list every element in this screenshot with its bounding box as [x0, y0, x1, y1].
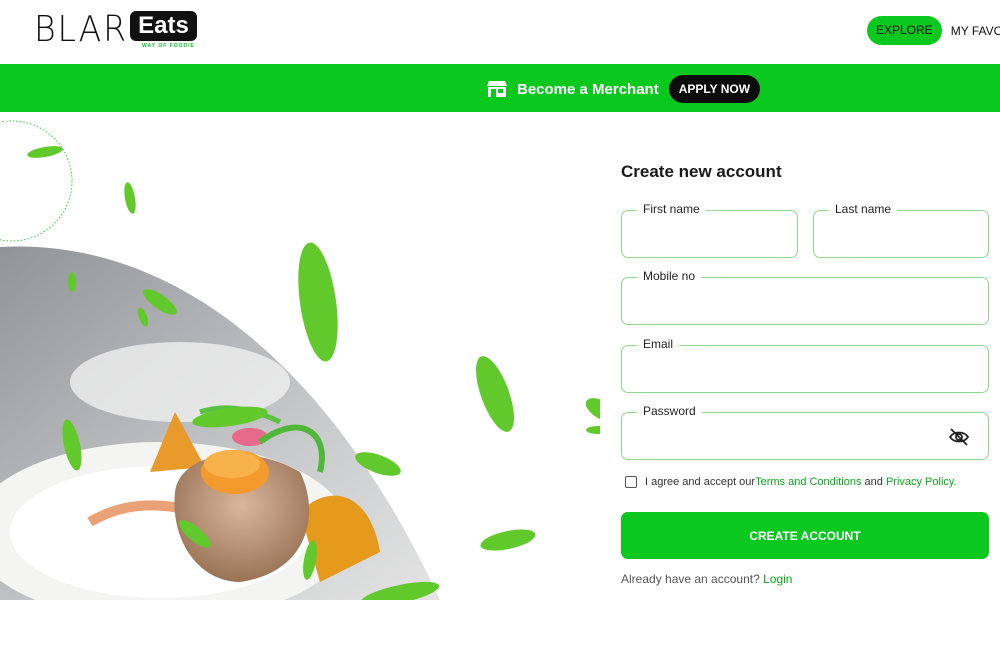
last-name-label: Last name: [829, 202, 898, 216]
eye-slash-icon[interactable]: [948, 427, 970, 447]
password-field[interactable]: Password: [621, 404, 989, 460]
agree-middle-text: and: [861, 476, 886, 488]
decorative-dotted-circle: [0, 120, 73, 242]
login-prompt-text: Already have an account?: [621, 572, 764, 586]
privacy-link[interactable]: Privacy Policy.: [886, 476, 957, 488]
apply-now-button[interactable]: APPLY NOW: [668, 75, 761, 103]
password-label: Password: [637, 404, 702, 418]
explore-button[interactable]: EXPLORE: [867, 16, 942, 45]
agree-prefix-text: I agree and accept our: [645, 476, 756, 488]
agree-checkbox[interactable]: [625, 476, 637, 488]
terms-link[interactable]: Terms and Conditions: [755, 476, 861, 488]
logo-badge: Eats WAY OF FOODIE: [130, 10, 197, 49]
first-name-label: First name: [637, 202, 706, 216]
hero-illustration: [0, 112, 600, 600]
logo-eats-text: Eats: [130, 11, 197, 41]
login-link[interactable]: Login: [763, 572, 792, 586]
last-name-field[interactable]: Last name: [813, 202, 989, 258]
password-input[interactable]: [622, 413, 988, 459]
logo-wordmark: BLAR: [34, 9, 128, 50]
create-account-button[interactable]: CREATE ACCOUNT: [621, 512, 989, 559]
email-input[interactable]: [622, 346, 988, 392]
my-favourites-link[interactable]: MY FAVOU: [951, 24, 1000, 38]
mobile-field[interactable]: Mobile no: [621, 269, 989, 325]
store-icon: [487, 80, 507, 98]
brand-logo[interactable]: BLAR Eats WAY OF FOODIE: [34, 10, 197, 52]
login-prompt: Already have an account? Login: [621, 572, 792, 586]
merchant-banner: Become a Merchant APPLY NOW: [0, 64, 1000, 112]
mobile-input[interactable]: [622, 278, 988, 324]
terms-agreement: I agree and accept our Terms and Conditi…: [625, 476, 957, 488]
first-name-field[interactable]: First name: [621, 202, 798, 258]
first-name-input[interactable]: [622, 211, 797, 257]
email-field[interactable]: Email: [621, 337, 989, 393]
mobile-label: Mobile no: [637, 269, 702, 283]
become-merchant-text: Become a Merchant: [517, 80, 659, 98]
email-label: Email: [637, 337, 680, 351]
last-name-input[interactable]: [814, 211, 988, 257]
top-nav: EXPLORE MY FAVOU: [867, 16, 1000, 45]
form-title: Create new account: [621, 162, 782, 181]
header: BLAR Eats WAY OF FOODIE EXPLORE MY FAVOU: [0, 0, 1000, 64]
logo-tagline: WAY OF FOODIE: [142, 43, 195, 49]
